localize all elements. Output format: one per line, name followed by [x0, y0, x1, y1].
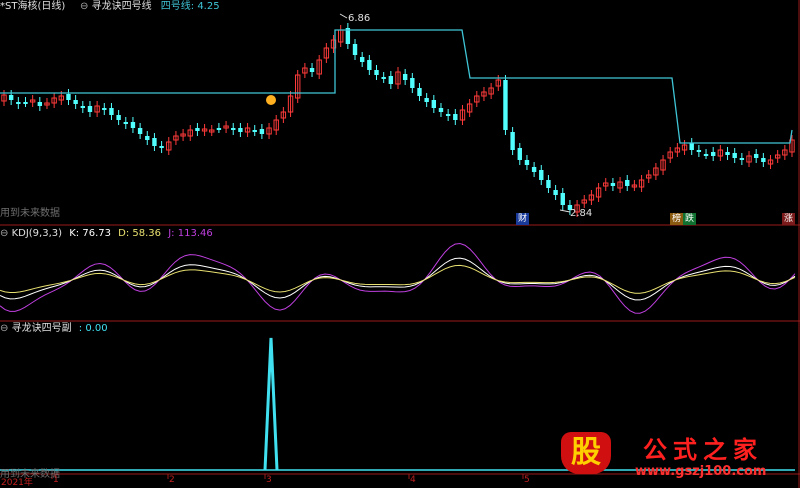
candle-body: [725, 152, 730, 155]
x-axis-label: 2021年: [1, 478, 33, 488]
stock-name: *ST海核(日线): [0, 1, 66, 12]
candle-body: [374, 70, 379, 75]
candle-body: [145, 136, 150, 140]
site-watermark: 股 公式之家 www.gszj100.com: [555, 428, 795, 484]
marker-die[interactable]: 跌: [683, 213, 697, 225]
candle-body: [252, 130, 257, 132]
candle-body: [703, 154, 709, 156]
candle-body: [109, 108, 114, 115]
candle-body: [402, 74, 408, 80]
candle-body: [367, 60, 372, 70]
candle-body: [37, 102, 43, 106]
future-data-note: 用到未来数据: [0, 208, 60, 219]
marker-zhang[interactable]: 涨: [782, 213, 796, 225]
plot-canvas: [0, 0, 800, 488]
kdj-j-readout: J: 113.46: [168, 228, 213, 239]
x-axis-label: 5: [524, 475, 530, 485]
candle-body: [739, 158, 745, 160]
logo-bull-icon: 股: [561, 432, 611, 474]
candle-body: [711, 152, 716, 156]
site-url: www.gszj100.com: [635, 464, 767, 479]
candle-body: [159, 146, 164, 148]
candle-body: [130, 122, 136, 128]
stock-title: *ST海核(日线): [0, 0, 65, 13]
candle-body: [8, 95, 14, 100]
site-name: 公式之家: [643, 436, 763, 464]
candle-body: [689, 143, 694, 150]
candle-body: [66, 94, 71, 100]
sub-value: : 0.00: [78, 323, 108, 334]
x-axis-label: 2: [169, 475, 175, 485]
sub-title: 寻龙诀四号副: [11, 323, 72, 334]
candle-body: [524, 160, 530, 165]
marker-cai[interactable]: 财: [516, 213, 530, 225]
candle-body: [503, 80, 508, 130]
high-pointer: [339, 13, 348, 19]
candle-body: [696, 150, 702, 152]
candle-body: [259, 129, 265, 134]
chart-stage: *ST海核(日线) ⊖ 寻龙诀四号线 四号线: 4.25 用到未来数据 6.86…: [0, 0, 800, 488]
candle-body: [546, 180, 551, 188]
four-line-series: [0, 29, 793, 144]
candle-body: [424, 98, 429, 102]
high-price-label: 6.86: [348, 13, 371, 24]
candle-body: [438, 108, 444, 112]
candle-body: [761, 158, 766, 162]
candle-body: [381, 77, 386, 79]
candle-body: [410, 78, 415, 88]
candle-body: [116, 115, 121, 120]
candle-body: [553, 190, 558, 195]
candle-body: [531, 167, 537, 172]
candle-body: [445, 114, 451, 116]
candle-body: [453, 114, 458, 120]
collapse-icon[interactable]: ⊖: [80, 1, 88, 12]
low-price-label: 2.84: [570, 208, 593, 219]
kdj-k-readout: K: 76.73: [69, 228, 111, 239]
candle-body: [732, 153, 737, 158]
candle-body: [123, 122, 128, 124]
candle-body: [753, 154, 759, 158]
candle-body: [309, 68, 315, 72]
marker-bang[interactable]: 榜: [670, 213, 684, 225]
candle-body: [560, 193, 565, 205]
candle-body: [539, 170, 544, 180]
candle-body: [73, 100, 78, 104]
signal-marker: [266, 95, 276, 105]
low-pointer: [559, 209, 571, 213]
kdj-d-line: [0, 264, 796, 294]
candle-body: [231, 128, 236, 130]
candle-body: [510, 132, 515, 150]
candle-body: [517, 148, 522, 160]
candle-body: [610, 183, 616, 186]
sub-spike: [263, 337, 279, 471]
candle-body: [80, 106, 85, 108]
candle-body: [352, 44, 358, 55]
x-axis-label: 1: [53, 475, 59, 485]
candle-body: [87, 106, 93, 112]
collapse-icon[interactable]: ⊖: [0, 228, 8, 239]
candle-body: [137, 128, 143, 134]
candle-body: [431, 100, 437, 108]
sub-header[interactable]: ⊖ 寻龙诀四号副 : 0.00: [0, 322, 108, 335]
kdj-d-readout: D: 58.36: [118, 228, 162, 239]
x-axis-label: 4: [410, 475, 416, 485]
candle-body: [359, 57, 365, 62]
series-readout: 四号线: 4.25: [160, 1, 220, 12]
candle-body: [417, 88, 422, 96]
x-axis-label: 3: [266, 475, 272, 485]
candle-body: [23, 102, 28, 104]
indicator-header[interactable]: ⊖ 寻龙诀四号线 四号线: 4.25: [80, 0, 220, 13]
indicator-name: 寻龙诀四号线: [91, 1, 152, 12]
collapse-icon[interactable]: ⊖: [0, 323, 8, 334]
kdj-header[interactable]: ⊖ KDJ(9,3,3) K: 76.73 D: 58.36 J: 113.46: [0, 227, 213, 240]
candle-body: [152, 138, 157, 146]
candle-body: [102, 108, 107, 110]
candle-body: [238, 128, 243, 132]
candle-body: [16, 102, 21, 104]
candle-body: [216, 128, 222, 130]
candle-body: [625, 180, 630, 186]
candle-body: [388, 76, 394, 84]
candle-body: [195, 128, 200, 131]
kdj-title: KDJ(9,3,3): [11, 228, 63, 239]
